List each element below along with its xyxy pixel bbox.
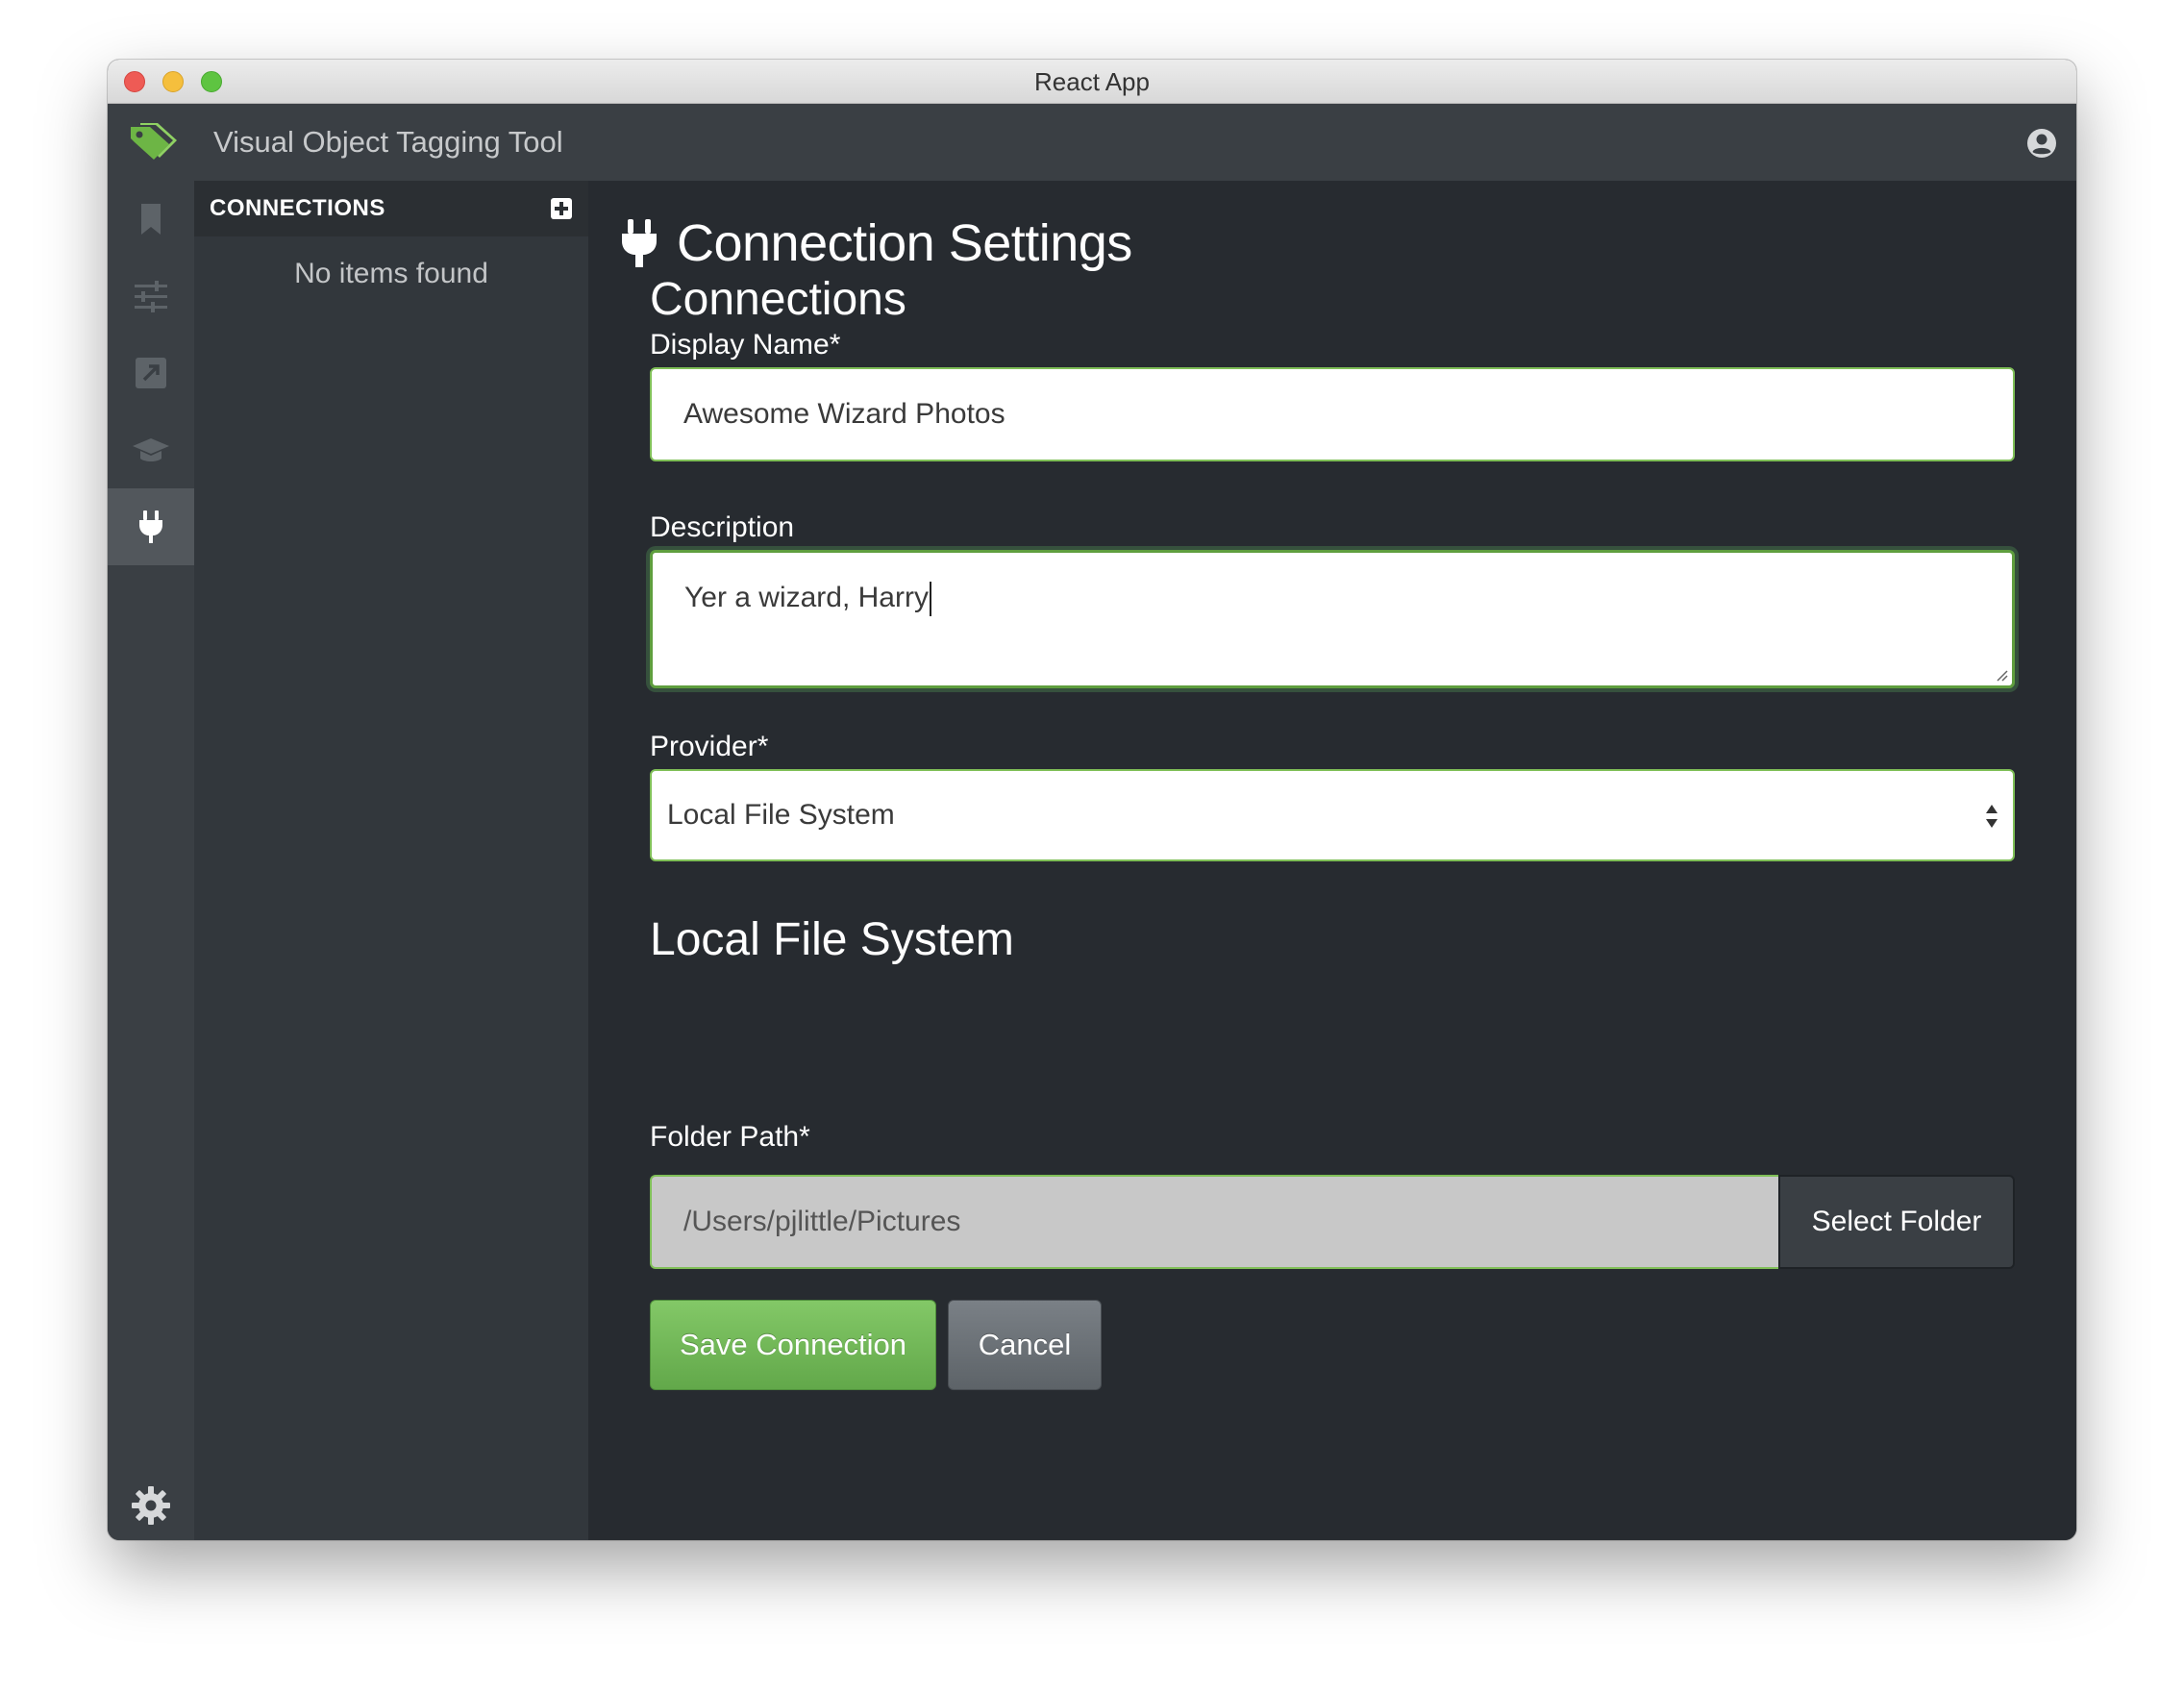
empty-list-message: No items found	[294, 258, 488, 289]
app-title: Visual Object Tagging Tool	[213, 125, 563, 159]
gear-icon	[132, 1486, 170, 1525]
export-icon	[136, 358, 166, 388]
resize-grip-icon[interactable]	[1993, 666, 2008, 682]
plug-icon	[622, 219, 657, 267]
page-header: Connection Settings	[619, 210, 1132, 277]
save-connection-button[interactable]: Save Connection	[650, 1300, 936, 1390]
folder-path-label: Folder Path*	[650, 1121, 810, 1153]
provider-select[interactable]: Local File System	[650, 769, 2015, 861]
display-name-value: Awesome Wizard Photos	[683, 398, 1005, 430]
description-value: Yer a wizard, Harry	[684, 582, 929, 613]
folder-path-input[interactable]: /Users/pjlittle/Pictures	[650, 1175, 1778, 1269]
nav-export[interactable]	[108, 335, 194, 411]
connections-panel: CONNECTIONS No items found	[194, 181, 588, 1540]
plus-square-icon	[551, 198, 572, 219]
bookmark-icon	[141, 204, 161, 235]
section-title-local-file-system: Local File System	[650, 914, 1014, 965]
connections-panel-title: CONNECTIONS	[210, 195, 385, 221]
window-title: React App	[1034, 67, 1150, 96]
cancel-button[interactable]: Cancel	[948, 1300, 1102, 1390]
app-header: Visual Object Tagging Tool	[108, 104, 2076, 181]
select-folder-button[interactable]: Select Folder	[1778, 1175, 2015, 1269]
app-settings-button[interactable]	[130, 1484, 172, 1527]
nav-settings-sliders[interactable]	[108, 258, 194, 335]
folder-path-value: /Users/pjlittle/Pictures	[683, 1206, 961, 1237]
nav-training[interactable]	[108, 411, 194, 488]
graduation-cap-icon	[133, 438, 169, 461]
description-label: Description	[650, 511, 795, 543]
description-textarea[interactable]: Yer a wizard, Harry	[650, 550, 2015, 688]
page-title: Connection Settings	[677, 214, 1132, 272]
user-account-icon[interactable]	[2026, 128, 2057, 159]
select-arrows-icon	[1986, 805, 1998, 828]
tag-logo-icon[interactable]	[125, 115, 179, 169]
sliders-icon	[135, 281, 167, 312]
add-connection-button[interactable]	[550, 197, 573, 220]
app-window: React App Visual Object Tagging Tool CON…	[108, 60, 2076, 1540]
plug-icon	[139, 510, 162, 543]
navigation-rail	[108, 181, 194, 1540]
nav-connections[interactable]	[108, 488, 194, 565]
provider-label: Provider*	[650, 731, 769, 762]
connection-settings-form: Connection Settings Connections Display …	[588, 181, 2076, 1540]
provider-selected-value: Local File System	[667, 799, 895, 831]
section-title-connections: Connections	[650, 274, 906, 325]
folder-path-group: /Users/pjlittle/Pictures Select Folder	[650, 1175, 2015, 1269]
connections-panel-header: CONNECTIONS	[194, 181, 588, 236]
window-titlebar: React App	[108, 60, 2076, 104]
display-name-label: Display Name*	[650, 329, 841, 361]
text-caret	[929, 582, 931, 617]
nav-bookmarks[interactable]	[108, 181, 194, 258]
display-name-input[interactable]: Awesome Wizard Photos	[650, 367, 2015, 461]
